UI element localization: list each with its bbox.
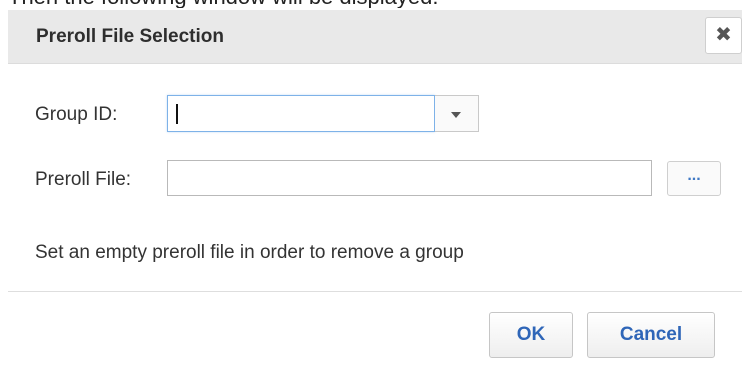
- background-instruction-text: Then the following window will be displa…: [8, 0, 508, 8]
- cancel-button[interactable]: Cancel: [587, 312, 715, 358]
- page: Then the following window will be displa…: [0, 0, 742, 383]
- browse-button[interactable]: ...: [667, 161, 721, 196]
- group-id-label: Group ID:: [35, 104, 118, 125]
- text-cursor: [176, 104, 178, 124]
- group-id-dropdown-button[interactable]: [435, 95, 479, 132]
- preroll-file-row: Preroll File: ...: [8, 160, 742, 200]
- preroll-file-selection-dialog: Preroll File Selection ✖ Group ID: Prero…: [8, 10, 742, 383]
- close-icon: ✖: [715, 24, 732, 46]
- preroll-file-input[interactable]: [167, 160, 652, 196]
- chevron-down-icon: [451, 112, 461, 118]
- group-id-input[interactable]: [167, 95, 435, 132]
- footer-divider: [8, 291, 742, 292]
- dialog-titlebar: Preroll File Selection ✖: [8, 10, 742, 64]
- group-id-row: Group ID:: [8, 95, 742, 135]
- help-note: Set an empty preroll file in order to re…: [35, 242, 464, 263]
- close-button[interactable]: ✖: [705, 17, 742, 54]
- dialog-title: Preroll File Selection: [36, 26, 224, 47]
- preroll-file-label: Preroll File:: [35, 169, 132, 190]
- ok-button[interactable]: OK: [489, 312, 573, 358]
